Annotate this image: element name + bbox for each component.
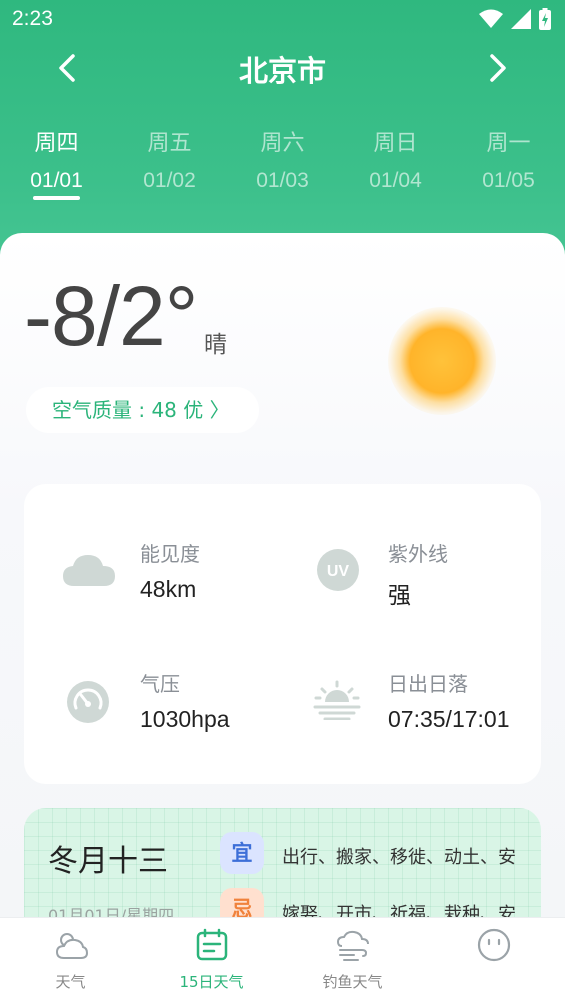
day-date: 01/04 (369, 169, 422, 192)
calendar-icon (196, 928, 227, 961)
pressure-label: 气压 (140, 672, 180, 696)
sunrise-sunset-icon (313, 680, 361, 720)
day-date: 01/02 (143, 169, 196, 192)
sun-icon (388, 307, 496, 415)
visibility-value: 48km (140, 576, 197, 602)
pressure-value: 1030hpa (140, 706, 230, 732)
fishing-wind-icon (336, 930, 369, 961)
day-name: 周日 (373, 131, 418, 156)
nav-profile[interactable] (423, 918, 564, 1004)
uv-icon-text: UV (327, 563, 350, 580)
temperature-range: -8/2° (24, 269, 198, 363)
day-tab-3[interactable]: 周日 01/04 (339, 125, 452, 193)
nav-weather-label: 天气 (55, 973, 86, 991)
next-city-arrow-icon[interactable] (477, 48, 517, 88)
selected-day-indicator (33, 196, 80, 200)
cloud-icon (63, 555, 115, 586)
day-name: 周四 (34, 131, 79, 156)
sun-times-value: 07:35/17:01 (388, 706, 510, 732)
lunar-date: 冬月十三 (48, 844, 168, 879)
uv-icon: UV (317, 549, 359, 591)
battery-icon (539, 8, 551, 30)
nav-fishing-label: 钓鱼天气 (322, 973, 383, 991)
day-name: 周六 (260, 131, 305, 156)
day-name: 周五 (147, 131, 192, 156)
weather-details-card: 能见度 48km UV 紫外线 强 气压 1030hpa 日出日落 07:35/… (24, 484, 541, 784)
weather-condition: 晴 (204, 332, 227, 358)
day-date: 01/03 (256, 169, 309, 192)
bottom-nav: 天气 15日天气 钓鱼天气 (0, 917, 565, 1004)
uv-value: 强 (388, 583, 411, 609)
pressure-gauge-icon (67, 681, 109, 723)
day-tab-0[interactable]: 周四 01/01 (0, 125, 113, 193)
visibility-label: 能见度 (140, 542, 200, 566)
nav-15day-label: 15日天气 (179, 973, 244, 991)
uv-label: 紫外线 (388, 542, 448, 566)
air-quality-button[interactable]: 空气质量 : 48 优 〉 (26, 387, 259, 433)
day-date: 01/05 (482, 169, 535, 192)
status-icons (479, 8, 551, 30)
day-tab-2[interactable]: 周六 01/03 (226, 125, 339, 193)
sun-times-label: 日出日落 (388, 672, 468, 696)
nav-15day[interactable]: 15日天气 (141, 918, 282, 1004)
day-tab-1[interactable]: 周五 01/02 (113, 125, 226, 193)
nav-fishing[interactable]: 钓鱼天气 (282, 918, 423, 1004)
signal-icon (511, 9, 531, 29)
day-tab-4[interactable]: 周一 01/05 (452, 125, 565, 193)
day-date: 01/01 (30, 169, 83, 192)
status-time: 2:23 (12, 7, 53, 30)
yi-text: 出行、搬家、移徙、动土、安 (282, 847, 516, 868)
day-tabs: 周四 01/01 周五 01/02 周六 01/03 周日 01/04 周一 0… (0, 125, 565, 205)
wifi-icon (479, 9, 503, 28)
day-name: 周一 (486, 131, 531, 156)
status-bar: 2:23 (0, 0, 565, 38)
title-bar: 北京市 (0, 40, 565, 94)
yi-badge: 宜 (220, 832, 264, 874)
weather-cloud-icon (55, 933, 88, 959)
nav-weather[interactable]: 天气 (0, 918, 141, 1004)
smiley-face-icon (477, 928, 510, 962)
